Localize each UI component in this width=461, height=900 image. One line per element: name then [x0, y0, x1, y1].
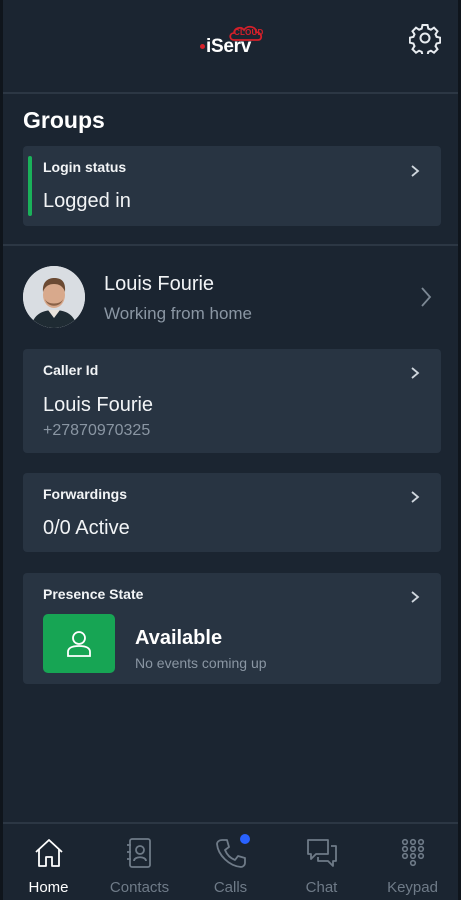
user-photo-icon	[23, 266, 85, 328]
groups-title: Groups	[23, 107, 105, 133]
nav-chat-label: Chat	[305, 879, 338, 896]
nav-contacts-label: Contacts	[109, 879, 170, 896]
chat-icon	[306, 839, 337, 867]
home-icon	[34, 839, 63, 867]
calls-icon-wrap	[214, 834, 250, 870]
logo-dot	[200, 44, 205, 49]
calls-notification-dot	[239, 834, 250, 844]
user-icon	[67, 630, 91, 657]
login-status-indicator	[28, 156, 32, 216]
app-logo: CLOUD iServ	[200, 24, 272, 64]
profile-row[interactable]: Louis Fourie Working from home	[23, 264, 441, 332]
settings-button[interactable]	[407, 20, 443, 56]
nav-keypad[interactable]: Keypad	[367, 824, 458, 900]
chevron-right-icon	[411, 591, 420, 603]
nav-calls-label: Calls	[213, 879, 248, 896]
presence-status-box	[43, 614, 115, 673]
chevron-right-icon	[411, 165, 420, 177]
login-status-label: Login status	[43, 159, 127, 175]
forwardings-value: 0/0 Active	[43, 517, 130, 539]
presence-state: Available	[135, 627, 223, 649]
caller-id-label: Caller Id	[43, 362, 99, 378]
presence-label: Presence State	[43, 586, 144, 602]
caller-id-card[interactable]: Caller Id Louis Fourie +27870970325	[23, 349, 441, 453]
nav-home-label: Home	[28, 879, 69, 896]
logo-text: iServ	[206, 36, 251, 57]
nav-chat[interactable]: Chat	[276, 824, 367, 900]
chevron-right-icon	[411, 491, 420, 503]
header: CLOUD iServ	[3, 0, 458, 94]
chevron-right-icon	[421, 287, 432, 307]
login-status-value: Logged in	[43, 190, 131, 212]
nav-calls[interactable]: Calls	[185, 824, 276, 900]
keypad-icon	[401, 838, 424, 867]
caller-id-name: Louis Fourie	[43, 394, 154, 416]
forwardings-label: Forwardings	[43, 486, 128, 502]
nav-contacts[interactable]: Contacts	[94, 824, 185, 900]
presence-subtitle: No events coming up	[135, 655, 267, 671]
presence-card[interactable]: Presence State Available No events comin…	[23, 573, 441, 684]
bottom-nav: Home Contacts Calls Chat Keypad	[3, 822, 458, 900]
profile-name: Louis Fourie	[104, 273, 215, 295]
nav-keypad-label: Keypad	[387, 879, 438, 896]
profile-status: Working from home	[104, 304, 253, 323]
avatar	[23, 266, 85, 328]
gear-icon	[409, 24, 441, 54]
section-divider	[3, 244, 458, 246]
caller-id-number: +27870970325	[43, 422, 151, 439]
contacts-icon	[126, 838, 151, 868]
login-status-card[interactable]: Login status Logged in	[23, 146, 441, 226]
app-screen: CLOUD iServ Groups Login status Logged i…	[0, 0, 461, 900]
forwardings-card[interactable]: Forwardings 0/0 Active	[23, 473, 441, 552]
nav-home[interactable]: Home	[3, 824, 94, 900]
chevron-right-icon	[411, 367, 420, 379]
